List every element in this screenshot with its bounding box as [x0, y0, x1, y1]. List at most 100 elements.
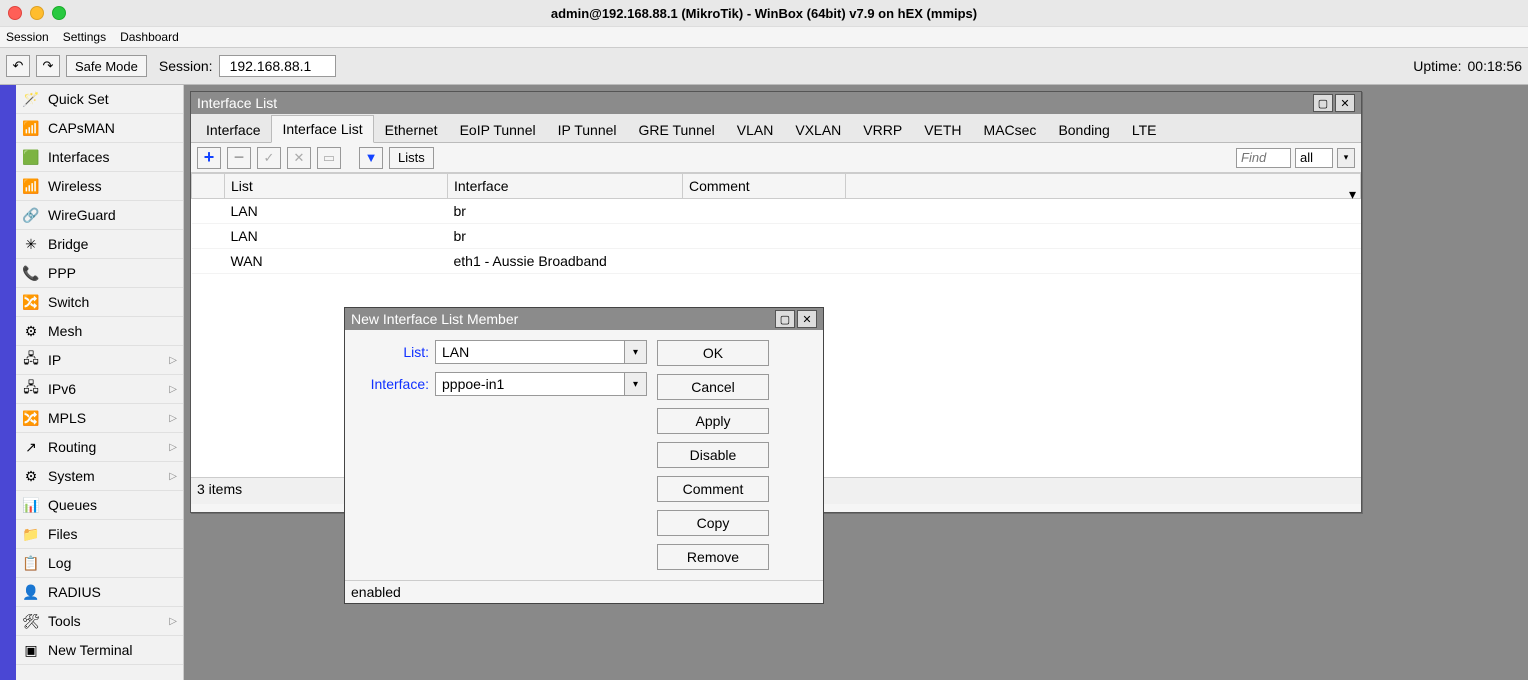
sidebar-item-bridge[interactable]: ✳Bridge: [16, 230, 183, 259]
main-toolbar: ↶ ↷ Safe Mode Session: 192.168.88.1 Upti…: [0, 48, 1528, 85]
sidebar-item-files[interactable]: 📁Files: [16, 520, 183, 549]
disable-button[interactable]: ✕: [287, 147, 311, 169]
tab-vrrp[interactable]: VRRP: [852, 116, 913, 143]
new-member-titlebar[interactable]: New Interface List Member ▢ ✕: [345, 308, 823, 330]
sidebar-item-mesh[interactable]: ⚙Mesh: [16, 317, 183, 346]
dlg-iface-label: Interface:: [355, 376, 429, 392]
dlg-ok-button[interactable]: OK: [657, 340, 769, 366]
dlg-copy-button[interactable]: Copy: [657, 510, 769, 536]
redo-button[interactable]: ↷: [36, 55, 60, 77]
sidebar-item-label: Switch: [48, 294, 89, 310]
uptime-label: Uptime:: [1413, 58, 1461, 74]
sidebar-item-label: System: [48, 468, 95, 484]
filter-all-select[interactable]: all: [1295, 148, 1333, 168]
sidebar-item-wireless[interactable]: 📶Wireless: [16, 172, 183, 201]
tab-ip-tunnel[interactable]: IP Tunnel: [547, 116, 628, 143]
tab-vxlan[interactable]: VXLAN: [784, 116, 852, 143]
new-member-dialog: New Interface List Member ▢ ✕ List: ▾ In: [344, 307, 824, 604]
find-input[interactable]: [1236, 148, 1291, 168]
tab-vlan[interactable]: VLAN: [726, 116, 785, 143]
sidebar-item-mpls[interactable]: 🔀MPLS▷: [16, 404, 183, 433]
interface-list-close-icon[interactable]: ✕: [1335, 94, 1355, 112]
sidebar-icon: 📋: [22, 554, 40, 572]
undo-button[interactable]: ↶: [6, 55, 30, 77]
add-button[interactable]: +: [197, 147, 221, 169]
dlg-list-input[interactable]: [435, 340, 625, 364]
dlg-apply-button[interactable]: Apply: [657, 408, 769, 434]
dlg-cancel-button[interactable]: Cancel: [657, 374, 769, 400]
col-comment[interactable]: Comment: [683, 174, 846, 199]
sidebar-icon: 📞: [22, 264, 40, 282]
window-titlebar: admin@192.168.88.1 (MikroTik) - WinBox (…: [0, 0, 1528, 27]
col-flag[interactable]: [192, 174, 225, 199]
sidebar-item-switch[interactable]: 🔀 Switch: [16, 288, 183, 317]
new-member-max-icon[interactable]: ▢: [775, 310, 795, 328]
sidebar-item-quick-set[interactable]: 🪄Quick Set: [16, 85, 183, 114]
enable-button[interactable]: ✓: [257, 147, 281, 169]
sidebar-item-capsman[interactable]: 📶CAPsMAN: [16, 114, 183, 143]
tab-macsec[interactable]: MACsec: [973, 116, 1048, 143]
menu-dashboard[interactable]: Dashboard: [120, 30, 179, 44]
sidebar-item-routing[interactable]: ↗Routing▷: [16, 433, 183, 462]
sidebar-item-log[interactable]: 📋Log: [16, 549, 183, 578]
sidebar-item-radius[interactable]: 👤RADIUS: [16, 578, 183, 607]
tab-ethernet[interactable]: Ethernet: [374, 116, 449, 143]
tab-gre-tunnel[interactable]: GRE Tunnel: [628, 116, 726, 143]
sidebar-item-new-terminal[interactable]: ▣New Terminal: [16, 636, 183, 665]
sidebar-item-label: Files: [48, 526, 78, 542]
menu-session[interactable]: Session: [6, 30, 49, 44]
tab-eoip-tunnel[interactable]: EoIP Tunnel: [449, 116, 547, 143]
dlg-remove-button[interactable]: Remove: [657, 544, 769, 570]
tab-lte[interactable]: LTE: [1121, 116, 1168, 143]
dlg-iface-input[interactable]: [435, 372, 625, 396]
table-row[interactable]: LANbr: [192, 199, 1361, 224]
table-row[interactable]: LANbr: [192, 224, 1361, 249]
tab-bonding[interactable]: Bonding: [1047, 116, 1120, 143]
remove-button[interactable]: −: [227, 147, 251, 169]
dlg-list-dropdown-icon[interactable]: ▾: [625, 340, 647, 364]
sidebar-item-label: New Terminal: [48, 642, 133, 658]
interface-list-tabs: InterfaceInterface ListEthernetEoIP Tunn…: [191, 114, 1361, 143]
menubar: Session Settings Dashboard: [0, 27, 1528, 48]
sidebar-icon: 🔀: [22, 293, 40, 311]
interface-list-toolbar: + − ✓ ✕ ▭ ▼ Lists all ▾: [191, 143, 1361, 173]
filter-button[interactable]: ▼: [359, 147, 383, 169]
new-member-title: New Interface List Member: [351, 311, 518, 327]
sidebar-item-ip[interactable]: 🖧IP▷: [16, 346, 183, 375]
sidebar-item-tools[interactable]: 🛠Tools▷: [16, 607, 183, 636]
submenu-arrow-icon: ▷: [169, 616, 177, 627]
funnel-icon: ▼: [365, 150, 378, 165]
interface-list-max-icon[interactable]: ▢: [1313, 94, 1333, 112]
col-list[interactable]: List: [225, 174, 448, 199]
new-member-close-icon[interactable]: ✕: [797, 310, 817, 328]
menu-settings[interactable]: Settings: [63, 30, 106, 44]
col-extra[interactable]: ▾: [846, 174, 1361, 199]
session-value[interactable]: 192.168.88.1: [219, 55, 336, 77]
dlg-comment-button[interactable]: Comment: [657, 476, 769, 502]
sidebar-item-label: Bridge: [48, 236, 88, 252]
sidebar-item-ipv6[interactable]: 🖧IPv6▷: [16, 375, 183, 404]
grid-header-row: List Interface Comment ▾: [192, 174, 1361, 199]
dlg-disable-button[interactable]: Disable: [657, 442, 769, 468]
lists-button[interactable]: Lists: [389, 147, 434, 169]
col-interface[interactable]: Interface: [448, 174, 683, 199]
comment-icon: ▭: [323, 150, 335, 166]
session-label: Session:: [159, 58, 213, 74]
sidebar-item-system[interactable]: ⚙System▷: [16, 462, 183, 491]
sidebar-item-wireguard[interactable]: 🔗WireGuard: [16, 201, 183, 230]
dlg-iface-dropdown-icon[interactable]: ▾: [625, 372, 647, 396]
comment-button[interactable]: ▭: [317, 147, 341, 169]
sidebar-item-ppp[interactable]: 📞PPP: [16, 259, 183, 288]
tab-veth[interactable]: VETH: [913, 116, 972, 143]
filter-all-dropdown-icon[interactable]: ▾: [1337, 148, 1355, 168]
col-menu-icon[interactable]: ▾: [1349, 186, 1356, 203]
interface-list-titlebar[interactable]: Interface List ▢ ✕: [191, 92, 1361, 114]
safe-mode-button[interactable]: Safe Mode: [66, 55, 147, 77]
sidebar-item-queues[interactable]: 📊Queues: [16, 491, 183, 520]
tab-interface-list[interactable]: Interface List: [271, 115, 373, 143]
table-row[interactable]: WANeth1 - Aussie Broadband: [192, 249, 1361, 274]
tab-interface[interactable]: Interface: [195, 116, 271, 143]
sidebar-item-interfaces[interactable]: 🟩Interfaces: [16, 143, 183, 172]
sidebar-icon: 🔀: [22, 409, 40, 427]
sidebar-item-label: Tools: [48, 613, 81, 629]
